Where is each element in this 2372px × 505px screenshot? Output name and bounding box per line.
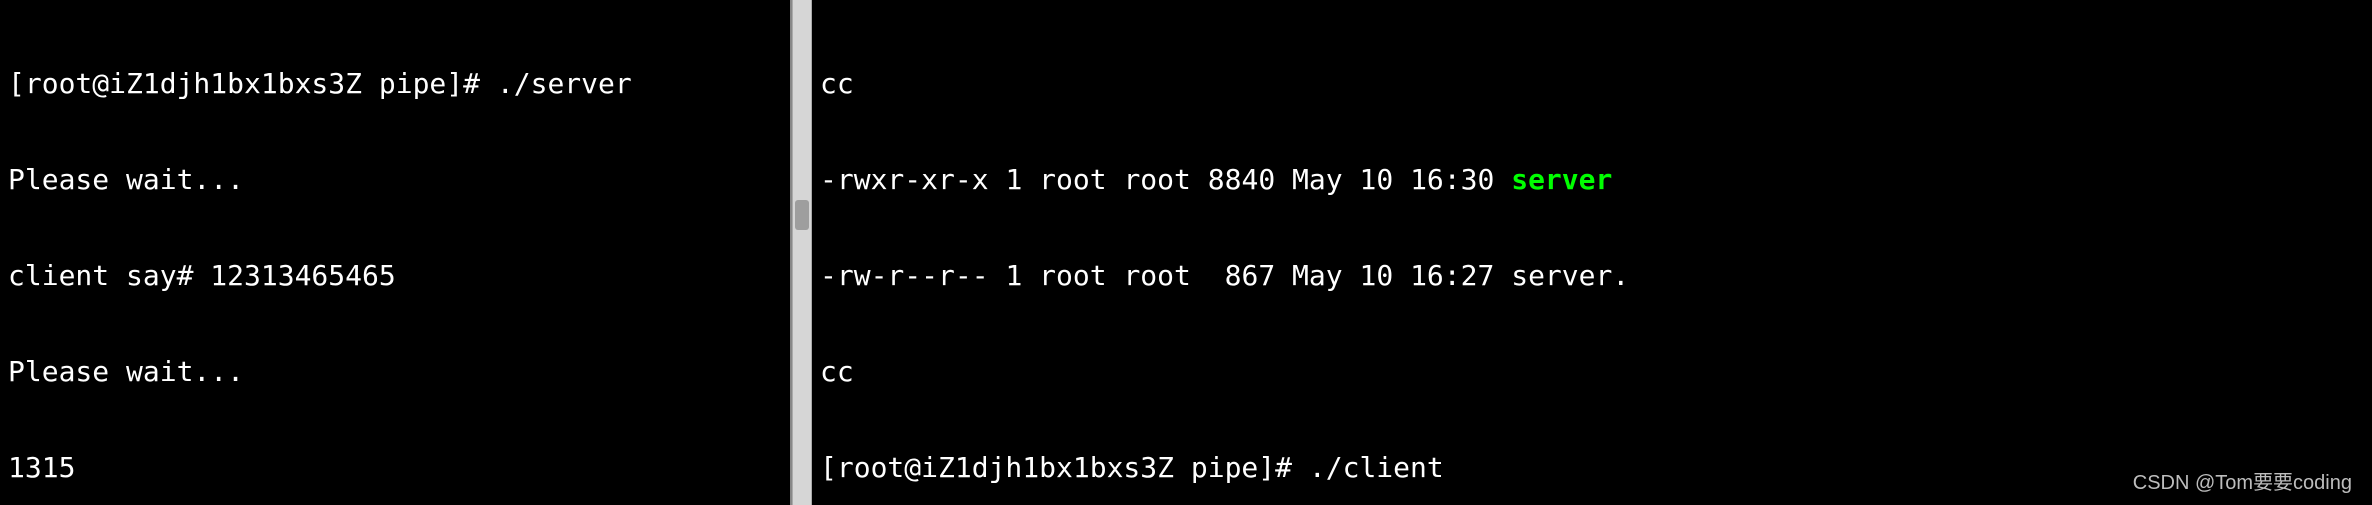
terminal-right-client[interactable]: cc -rwxr-xr-x 1 root root 8840 May 10 16… (812, 0, 2372, 505)
scrollbar-vertical[interactable] (792, 0, 812, 505)
ls-line-servercc: -rw-r--r-- 1 root root 867 May 10 16:27 … (820, 260, 2364, 292)
split-terminal-container: [root@iZ1djh1bx1bxs3Z pipe]# ./server Pl… (0, 0, 2372, 505)
ls-line-servercc-cont: cc (820, 356, 2364, 388)
csdn-watermark: CSDN @Tom要要coding (2133, 467, 2352, 499)
output-line: 1315 (8, 452, 782, 484)
ls-line-server: -rwxr-xr-x 1 root root 8840 May 10 16:30… (820, 164, 2364, 196)
scrollbar-thumb[interactable] (795, 200, 809, 230)
executable-name: server (1511, 163, 1612, 196)
ls-line-fragment: cc (820, 68, 2364, 100)
output-line: client say# 12313465465 (8, 260, 782, 292)
output-line: Please wait... (8, 164, 782, 196)
shell-prompt-line: [root@iZ1djh1bx1bxs3Z pipe]# ./server (8, 68, 782, 100)
terminal-left-server[interactable]: [root@iZ1djh1bx1bxs3Z pipe]# ./server Pl… (0, 0, 792, 505)
output-line: Please wait... (8, 356, 782, 388)
